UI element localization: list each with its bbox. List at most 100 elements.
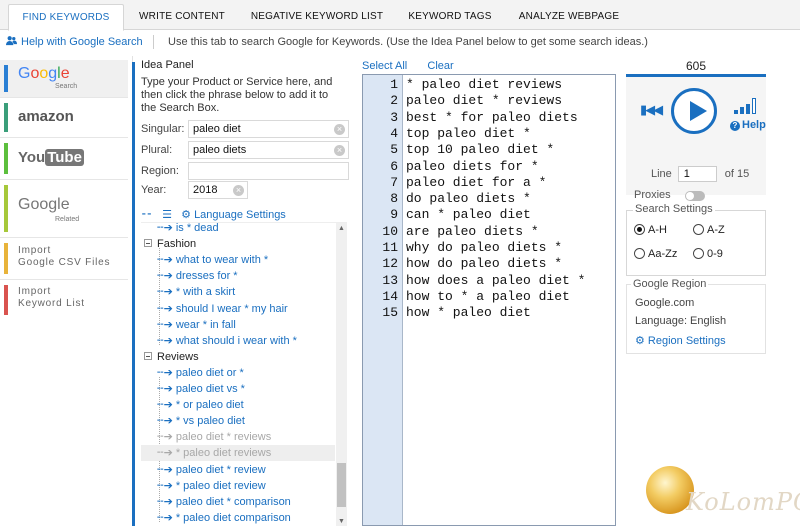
tree-item[interactable]: ╌➔ * paleo diet review — [157, 478, 266, 494]
radio-a-h[interactable]: A-H — [634, 224, 667, 236]
tree-scrollbar[interactable]: ▲ ▼ — [336, 223, 347, 526]
arrow-right-icon: ╌➔ — [157, 302, 173, 315]
editor-line[interactable]: paleo diet * reviews — [406, 93, 562, 109]
arrow-right-icon: ╌➔ — [157, 479, 173, 492]
radio-aa-zz[interactable]: Aa-Zz — [634, 248, 677, 260]
clear-singular-icon[interactable]: × — [334, 124, 345, 135]
editor-line[interactable]: paleo diet for a * — [406, 175, 546, 191]
collapse-all-icon[interactable]: ⁃⁃ — [141, 208, 155, 221]
gear-icon: ⚙ — [635, 335, 648, 347]
tree-item[interactable]: ╌➔ wear * in fall — [157, 317, 236, 333]
tree-item[interactable]: ╌➔ * paleo diet comparison — [157, 510, 291, 526]
radio-label: 0-9 — [707, 248, 723, 260]
engine-google-related[interactable]: Google Related — [0, 180, 128, 238]
tree-item[interactable]: ╌➔ paleo diet or * — [157, 365, 244, 381]
tree-category[interactable]: Reviews — [142, 349, 199, 365]
tree-item[interactable]: ╌➔ paleo diet * reviews — [157, 429, 271, 445]
scroll-thumb[interactable] — [337, 463, 346, 507]
previous-icon[interactable]: ▮◀◀ — [640, 102, 663, 118]
editor-line[interactable]: best * for paleo diets — [406, 110, 578, 126]
tree-item[interactable]: ╌➔ * vs paleo diet — [157, 413, 245, 429]
language-settings-link[interactable]: Language Settings — [194, 209, 286, 221]
editor-line[interactable]: paleo diets for * — [406, 159, 539, 175]
editor-line[interactable]: how * paleo diet — [406, 305, 531, 321]
tab-negative-keyword-list[interactable]: NEGATIVE KEYWORD LIST — [244, 4, 390, 30]
clear-plural-icon[interactable]: × — [334, 145, 345, 156]
tree-item[interactable]: ╌➔ what should i wear with * — [157, 333, 297, 349]
engine-import-csv[interactable]: Import Google CSV Files — [0, 238, 128, 280]
tree-item[interactable]: ╌➔ dresses for * — [157, 268, 238, 284]
scroll-up-icon[interactable]: ▲ — [336, 223, 347, 234]
line-number: 2 — [390, 93, 398, 109]
tree-item[interactable]: ╌➔ should I wear * my hair — [157, 301, 288, 317]
question-icon: ? — [730, 121, 740, 131]
editor-line[interactable]: do paleo diets * — [406, 191, 531, 207]
editor-line[interactable]: how to * a paleo diet — [406, 289, 570, 305]
help-google-search-link[interactable]: Help with Google Search — [6, 32, 143, 52]
divider — [153, 35, 154, 49]
scroll-down-icon[interactable]: ▼ — [336, 516, 347, 526]
line-input[interactable]: 1 — [677, 166, 717, 182]
clear-button[interactable]: Clear — [427, 60, 453, 72]
select-all-button[interactable]: Select All — [362, 60, 407, 72]
line-number: 8 — [390, 191, 398, 207]
year-label: Year: — [141, 184, 167, 196]
tree-item[interactable]: ╌➔ is * dead — [157, 222, 219, 236]
line-number-gutter: 1 2 3 4 5 6 7 8 9 10 11 12 13 14 15 — [363, 75, 403, 525]
signal-icon[interactable] — [734, 98, 760, 114]
editor-area: Select All Clear 1 2 3 4 5 6 7 8 9 10 11 12 13 14 15 *… — [360, 56, 618, 526]
editor-line[interactable]: * paleo diet reviews — [406, 77, 562, 93]
arrow-right-icon: ╌➔ — [157, 399, 173, 412]
singular-input[interactable]: paleo diet × — [188, 120, 349, 138]
proxies-toggle[interactable] — [685, 191, 705, 201]
tab-find-keywords[interactable]: FIND KEYWORDS — [8, 4, 124, 31]
tree-node-label: is * dead — [175, 222, 219, 234]
engine-accent-bar — [4, 185, 8, 232]
editor-line[interactable]: why do paleo diets * — [406, 240, 562, 256]
collapse-icon[interactable] — [144, 351, 152, 360]
region-settings-link[interactable]: ⚙ Region Settings — [635, 334, 726, 347]
tab-analyze-webpage[interactable]: ANALYZE WEBPAGE — [510, 4, 628, 30]
engine-youtube[interactable]: You Tube — [0, 138, 128, 180]
tree-item[interactable]: ╌➔ what to wear with * — [157, 252, 268, 268]
tree-node-label: * paleo diet comparison — [175, 511, 291, 524]
year-input[interactable]: 2018 × — [188, 181, 248, 199]
help-link-label: Help with Google Search — [21, 36, 143, 48]
collapse-icon[interactable] — [144, 239, 152, 248]
tree-item[interactable]: ╌➔ paleo diet * review — [157, 462, 266, 478]
engine-sidebar: Google Search amazon You Tube Google Rela… — [0, 56, 133, 526]
play-button[interactable] — [671, 88, 717, 134]
editor-line[interactable]: top 10 paleo diet * — [406, 142, 554, 158]
tab-keyword-tags[interactable]: KEYWORD TAGS — [398, 4, 502, 30]
tree-item[interactable]: ╌➔ * or paleo diet — [157, 397, 244, 413]
engine-amazon[interactable]: amazon — [0, 98, 128, 138]
tree-item[interactable]: ╌➔ * with a skirt — [157, 284, 235, 300]
tree-category[interactable]: Fashion — [142, 236, 196, 252]
engine-google-search[interactable]: Google Search — [0, 60, 128, 98]
help-button[interactable]: ? Help — [730, 119, 766, 131]
engine-accent-bar — [4, 65, 8, 92]
expand-all-icon[interactable]: ☰ — [162, 208, 178, 221]
clear-year-icon[interactable]: × — [233, 185, 244, 196]
editor-line[interactable]: are paleo diets * — [406, 224, 539, 240]
tree-controls: ⁃⁃ ☰ ⚙ Language Settings — [141, 208, 286, 222]
tree-node-label: dresses for * — [175, 270, 238, 283]
editor-line[interactable]: can * paleo diet — [406, 207, 531, 223]
editor-line[interactable]: top paleo diet * — [406, 126, 531, 142]
tree-item[interactable]: ╌➔ paleo diet * comparison — [157, 494, 291, 510]
tree-item[interactable]: ╌➔ paleo diet vs * — [157, 381, 245, 397]
radio-a-z[interactable]: A-Z — [693, 224, 725, 236]
engine-import-keyword-list[interactable]: Import Keyword List — [0, 280, 128, 320]
editor-line[interactable]: how does a paleo diet * — [406, 273, 585, 289]
line-number: 5 — [390, 142, 398, 158]
radio-0-9[interactable]: 0-9 — [693, 248, 723, 260]
region-input[interactable] — [188, 162, 349, 180]
search-editor[interactable]: 1 2 3 4 5 6 7 8 9 10 11 12 13 14 15 * paleo diet revie… — [362, 74, 616, 526]
radio-label: A-Z — [707, 224, 725, 236]
arrow-right-icon: ╌➔ — [157, 415, 173, 428]
editor-line[interactable]: how do paleo diets * — [406, 256, 562, 272]
line-number: 14 — [382, 288, 398, 304]
plural-input[interactable]: paleo diets × — [188, 141, 349, 159]
tab-write-content[interactable]: WRITE CONTENT — [128, 4, 236, 30]
tree-item[interactable]: ╌➔ * paleo diet reviews — [141, 445, 335, 462]
